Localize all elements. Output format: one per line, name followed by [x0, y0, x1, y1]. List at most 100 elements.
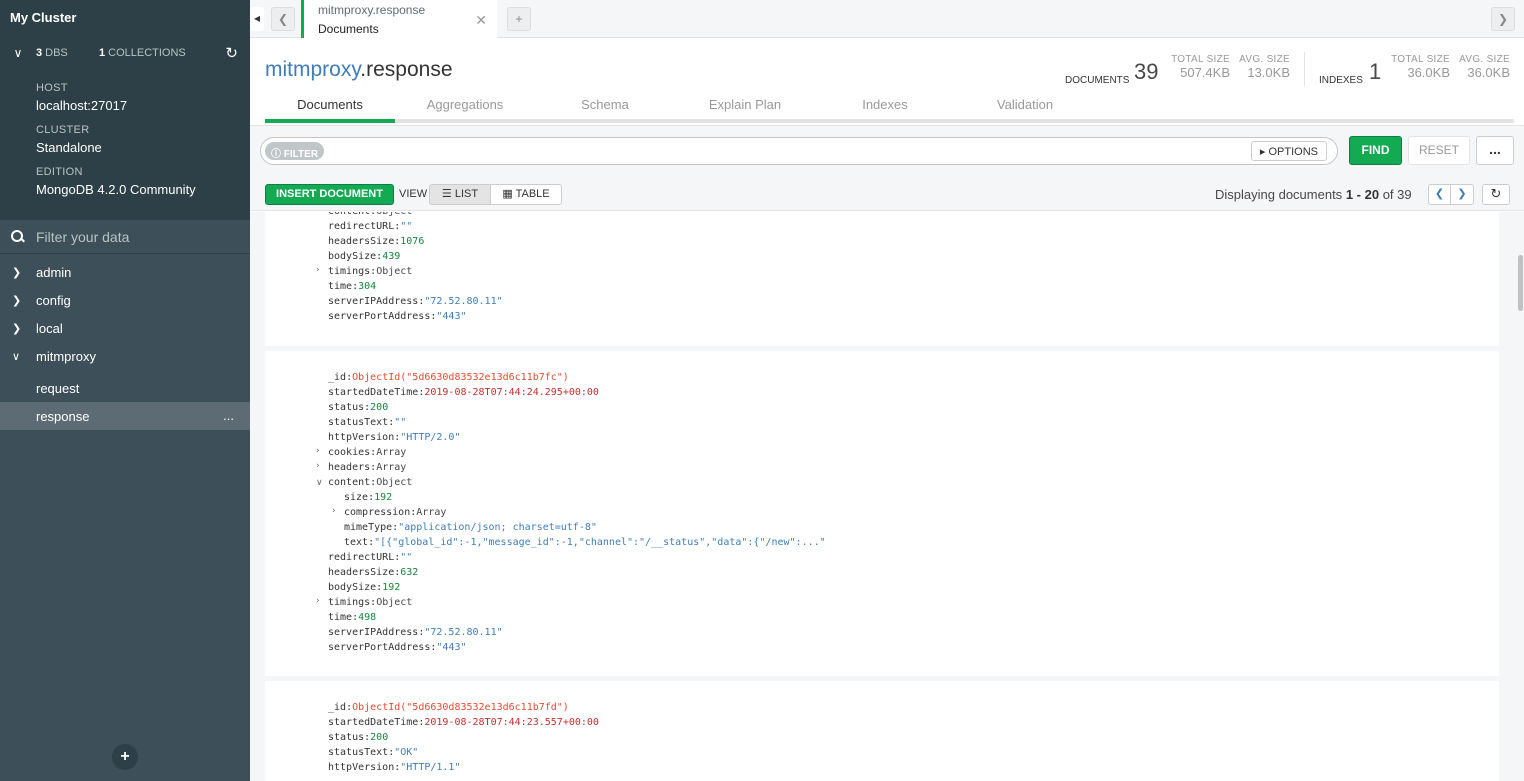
collapse-sidebar-icon[interactable]: ◂ — [250, 7, 264, 31]
field-value: 498 — [358, 612, 377, 623]
next-page-button[interactable]: ❯ — [1451, 184, 1474, 205]
prev-page-button[interactable]: ❮ — [1428, 184, 1451, 205]
document-field[interactable]: startedDateTime:2019-08-28T07:44:23.557+… — [328, 717, 599, 728]
tab-mitmproxy-response[interactable]: mitmproxy.response Documents ✕ — [301, 0, 497, 38]
sidebar-db-admin[interactable]: ❯ admin — [0, 258, 250, 286]
field-key: cookies — [328, 447, 371, 458]
document-field[interactable]: timings:Object — [328, 597, 412, 608]
refresh-documents-button[interactable]: ↻ — [1482, 184, 1510, 205]
document-field[interactable]: serverIPAddress:"72.52.80.11" — [328, 627, 503, 638]
document-field[interactable]: httpVersion:"HTTP/2.0" — [328, 432, 460, 443]
document-field[interactable]: content:Object — [328, 212, 412, 217]
caret-right-icon[interactable]: › — [332, 506, 336, 516]
insert-document-button[interactable]: INSERT DOCUMENT — [265, 184, 394, 205]
field-value: "" — [400, 552, 413, 563]
document-field[interactable]: cookies:Array — [328, 447, 406, 458]
add-database-button[interactable]: + — [112, 744, 138, 770]
filter-input[interactable]: ⓘ FILTER ▸ OPTIONS — [260, 137, 1338, 165]
document-field[interactable]: serverPortAddress:"443" — [328, 311, 467, 322]
field-key: statusText — [328, 417, 389, 428]
more-options-button[interactable]: ... — [1476, 136, 1514, 165]
sidebar-coll-response[interactable]: response... — [0, 402, 250, 430]
list-view-button[interactable]: ☰ LIST — [429, 184, 491, 205]
field-key: headersSize — [328, 567, 395, 578]
document-field[interactable]: _id:ObjectId("5d6630d83532e13d6c11b7fc") — [328, 372, 569, 383]
document-field[interactable]: mimeType:"application/json; charset=utf-… — [344, 522, 597, 533]
refresh-icon[interactable]: ↻ — [225, 44, 238, 62]
document-field[interactable]: bodySize:192 — [328, 582, 400, 593]
options-button[interactable]: ▸ OPTIONS — [1250, 141, 1327, 161]
document-card[interactable]: _id:ObjectId("5d6630d83532e13d6c11b7fc")… — [265, 351, 1499, 676]
caret-right-icon[interactable]: › — [316, 446, 320, 456]
edition-label: EDITION — [36, 166, 83, 178]
tab-indexes[interactable]: Indexes — [815, 96, 955, 119]
filter-badge: ⓘ FILTER — [265, 142, 325, 160]
document-field[interactable]: serverIPAddress:"72.52.80.11" — [328, 296, 503, 307]
tab-schema[interactable]: Schema — [535, 96, 675, 119]
tab-documents[interactable]: Documents — [265, 96, 395, 123]
document-field[interactable]: serverPortAddress:"443" — [328, 642, 467, 653]
field-value: Object — [376, 597, 413, 608]
sidebar-db-mitmproxy[interactable]: ∨ mitmproxy — [0, 342, 250, 370]
field-value: "" — [400, 221, 413, 232]
sidebar-coll-request[interactable]: request — [0, 374, 250, 402]
document-card[interactable]: › content:Object redirectURL:"" headersSize… — [265, 212, 1499, 346]
close-icon[interactable]: ✕ — [475, 12, 487, 29]
field-key: size — [344, 492, 369, 503]
document-field[interactable]: text:"[{"global_id":-1,"message_id":-1,"… — [344, 537, 826, 548]
find-button[interactable]: FIND — [1349, 136, 1402, 165]
document-field[interactable]: size:192 — [344, 492, 392, 503]
document-field[interactable]: content:Object — [328, 477, 412, 488]
document-field[interactable]: headersSize:1076 — [328, 236, 424, 247]
reset-button[interactable]: RESET — [1408, 136, 1470, 165]
document-field[interactable]: redirectURL:"" — [328, 552, 412, 563]
chevron-down-icon[interactable]: ∨ — [0, 46, 36, 60]
document-field[interactable]: httpVersion:"HTTP/1.1" — [328, 762, 460, 773]
document-field[interactable]: _id:ObjectId("5d6630d83532e13d6c11b7fd") — [328, 702, 569, 713]
document-field[interactable]: bodySize:439 — [328, 251, 400, 262]
scrollbar-thumb[interactable] — [1518, 255, 1523, 311]
info-icon: ⓘ — [271, 149, 281, 160]
documents-toolbar: INSERT DOCUMENT VIEW ☰ LIST ▦ TABLE Disp… — [250, 177, 1524, 211]
document-field[interactable]: headersSize:632 — [328, 567, 418, 578]
document-field[interactable]: redirectURL:"" — [328, 221, 412, 232]
document-field[interactable]: statusText:"" — [328, 417, 406, 428]
caret-right-icon[interactable]: › — [316, 265, 320, 275]
field-key: timings — [328, 597, 371, 608]
caret-right-icon[interactable]: › — [316, 212, 320, 215]
document-field[interactable]: startedDateTime:2019-08-28T07:44:24.295+… — [328, 387, 599, 398]
tab-aggregations[interactable]: Aggregations — [395, 96, 535, 119]
sidebar-db-local[interactable]: ❯ local — [0, 314, 250, 342]
sidebar-db-config[interactable]: ❯ config — [0, 286, 250, 314]
field-value: "OK" — [394, 747, 419, 758]
document-field[interactable]: statusText:"OK" — [328, 747, 418, 758]
documents-count: 39 — [1134, 59, 1159, 84]
more-icon[interactable]: ... — [223, 408, 234, 423]
field-value: 2019-08-28T07:44:23.557+00:00 — [424, 717, 599, 728]
field-key: redirectURL — [328, 221, 395, 232]
tab-prev-button[interactable]: ❮ — [271, 7, 295, 31]
new-tab-button[interactable]: + — [507, 7, 531, 31]
caret-right-icon: ▸ — [1259, 146, 1266, 158]
table-view-button[interactable]: ▦ TABLE — [491, 184, 562, 205]
document-field[interactable]: headers:Array — [328, 462, 406, 473]
chevron-down-icon: ∨ — [12, 350, 21, 363]
tab-explain-plan[interactable]: Explain Plan — [675, 96, 815, 119]
document-field[interactable]: status:200 — [328, 732, 388, 743]
document-field[interactable]: compression:Array — [344, 507, 446, 518]
document-field[interactable]: time:304 — [328, 281, 376, 292]
caret-right-icon[interactable]: › — [316, 461, 320, 471]
caret-down-icon[interactable]: ∨ — [316, 478, 323, 488]
caret-right-icon[interactable]: › — [316, 596, 320, 606]
tab-validation[interactable]: Validation — [955, 96, 1095, 119]
field-key: _id — [328, 372, 347, 383]
document-field[interactable]: time:498 — [328, 612, 376, 623]
sidebar-filter-input[interactable] — [36, 228, 226, 245]
cluster-title[interactable]: My Cluster — [0, 0, 250, 35]
cluster-label: CLUSTER — [36, 124, 90, 136]
document-card[interactable]: _id:ObjectId("5d6630d83532e13d6c11b7fd")… — [265, 681, 1499, 781]
tab-next-button[interactable]: ❯ — [1491, 7, 1515, 31]
view-label: VIEW — [399, 188, 428, 200]
document-field[interactable]: timings:Object — [328, 266, 412, 277]
document-field[interactable]: status:200 — [328, 402, 388, 413]
